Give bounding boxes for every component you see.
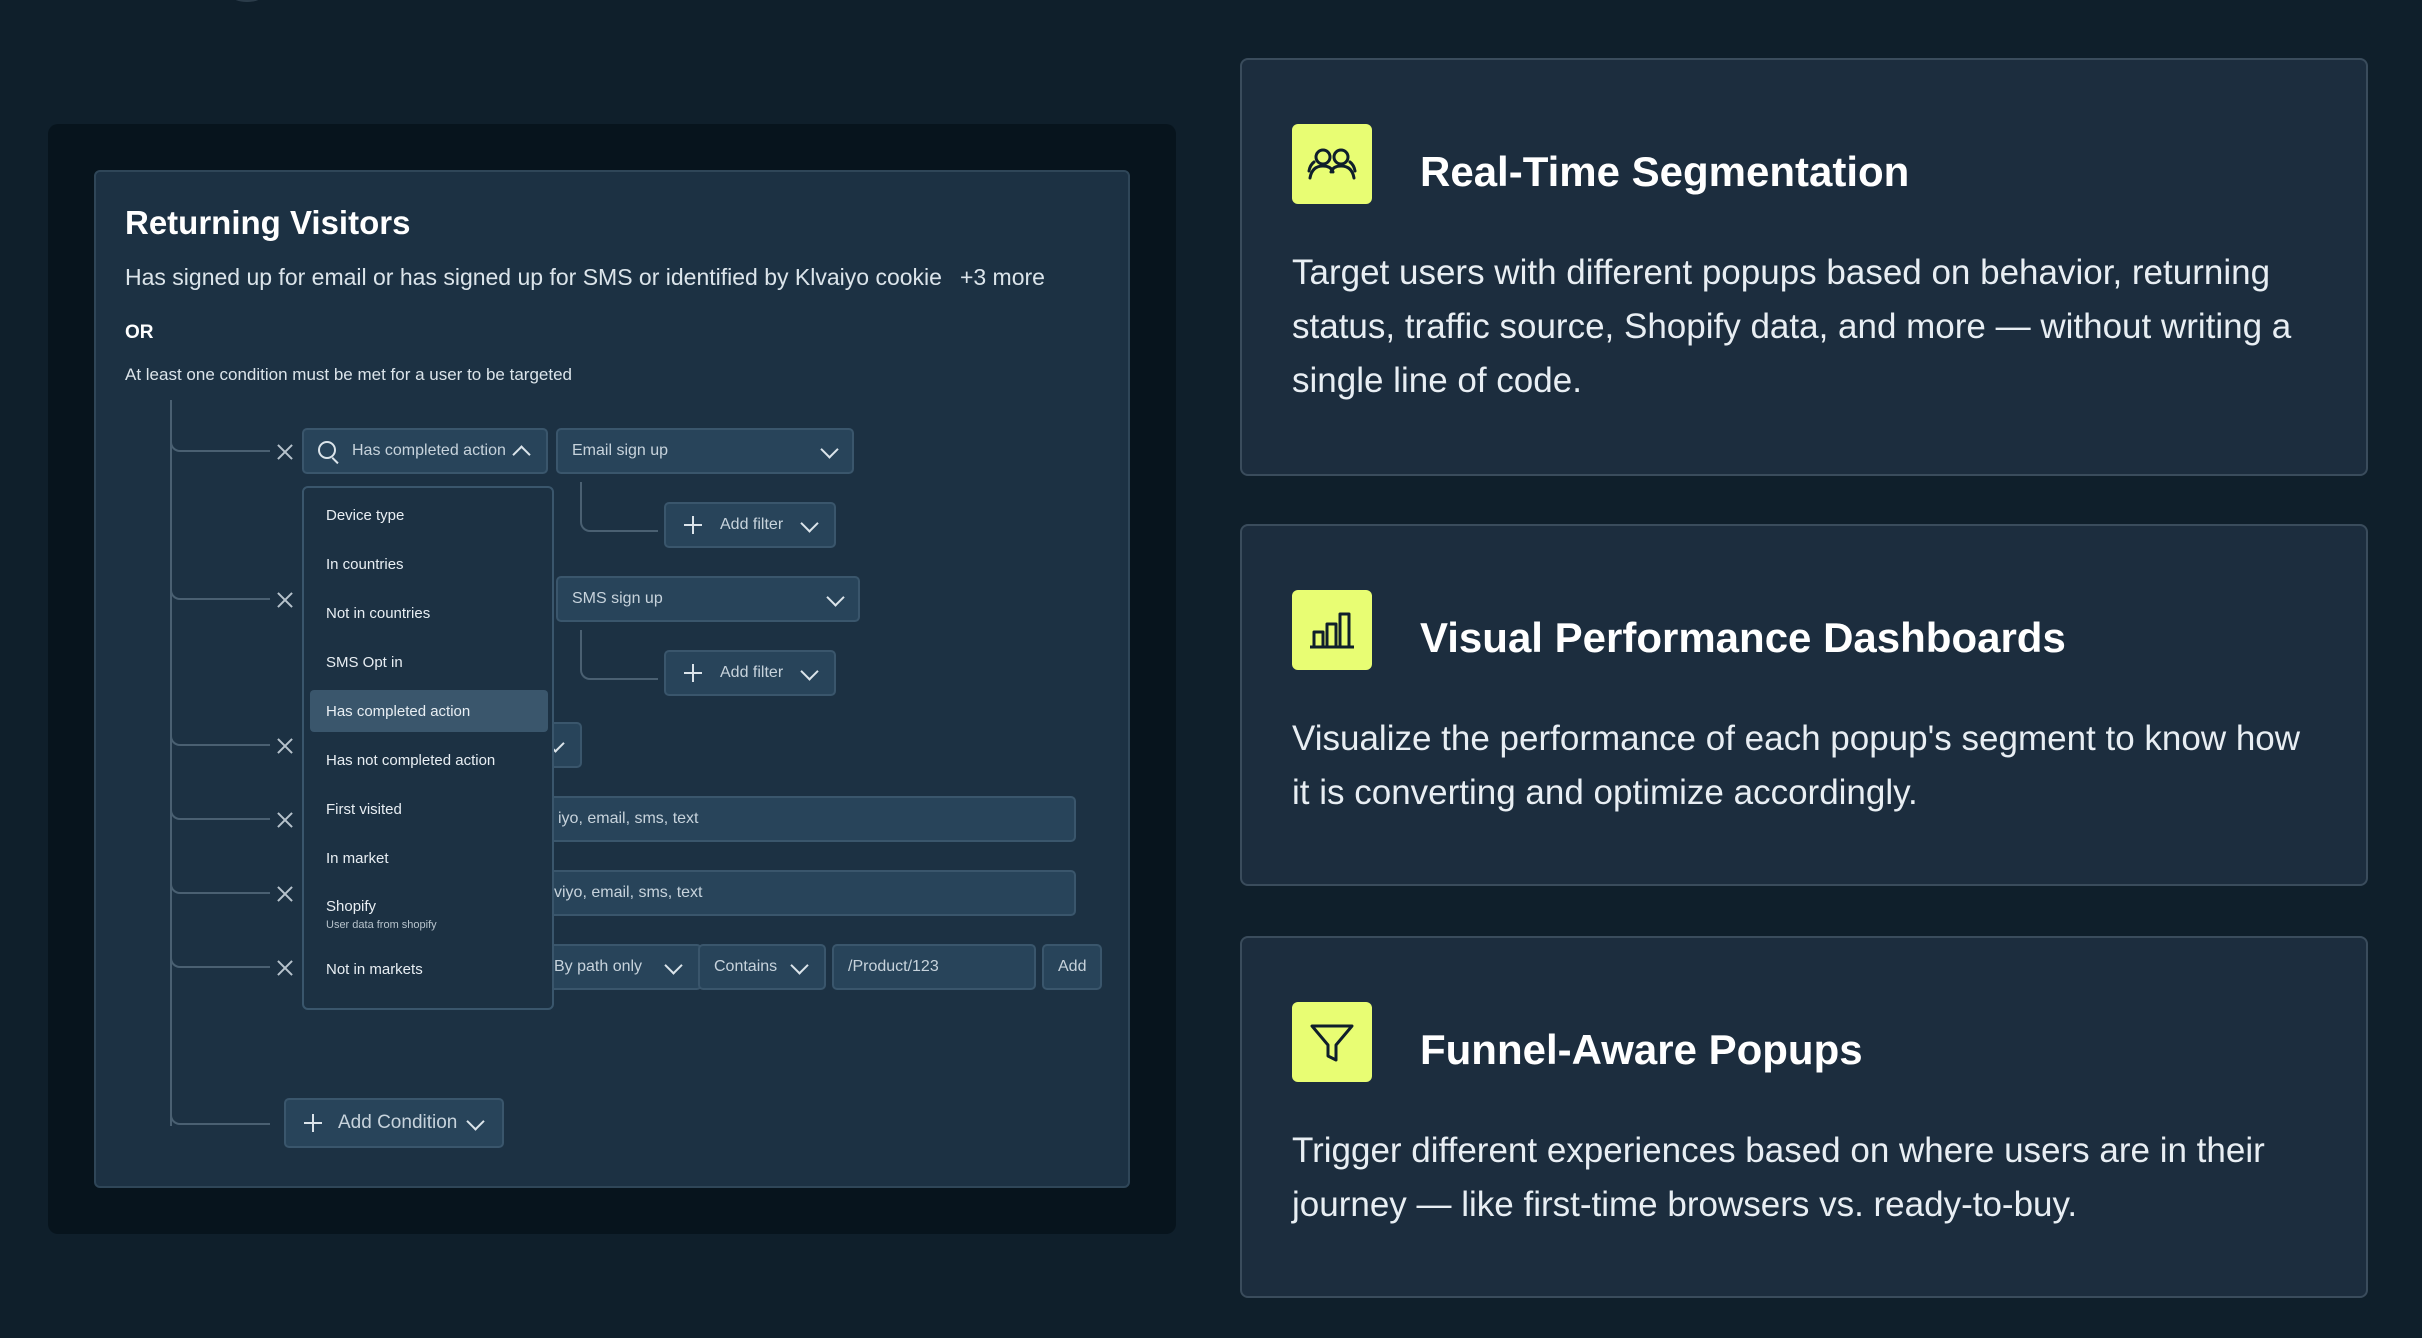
tree-branch	[170, 434, 270, 452]
action-select[interactable]: Email sign up	[556, 428, 854, 474]
card-title: Visual Performance Dashboards	[1420, 614, 2066, 661]
value-input[interactable]: iyo, email, sms, text	[516, 796, 1076, 842]
dropdown-item-not-in-countries[interactable]: Not in countries	[310, 592, 548, 634]
dropdown-item-not-in-markets[interactable]: Not in markets	[310, 948, 548, 990]
dropdown-item-first-visited[interactable]: First visited	[310, 788, 548, 830]
condition-select-value: Has completed action	[352, 442, 506, 459]
filter-branch	[580, 482, 658, 532]
remove-condition-icon[interactable]	[277, 592, 293, 608]
condition-note: At least one condition must be met for a…	[125, 365, 572, 384]
feature-card-funnel: Funnel-Aware Popups Trigger different ex…	[1240, 936, 2368, 1298]
tree-line	[170, 400, 172, 1126]
chevron-down-icon	[800, 662, 819, 681]
add-filter-label: Add filter	[720, 516, 784, 533]
dropdown-item-sms-opt-in[interactable]: SMS Opt in	[310, 641, 548, 683]
dropdown-item-label: Has not completed action	[326, 751, 496, 769]
filter-branch	[580, 630, 658, 680]
chevron-down-icon	[826, 588, 845, 607]
value-input[interactable]: viyo, email, sms, text	[516, 870, 1076, 916]
top-decoration	[232, 0, 262, 2]
remove-condition-icon[interactable]	[277, 444, 293, 460]
card-body: Visualize the performance of each popup'…	[1292, 719, 2301, 812]
search-icon	[318, 441, 336, 459]
more-link[interactable]: +3 more	[960, 264, 1045, 290]
add-filter-button[interactable]: Add filter	[664, 650, 836, 696]
segment-description: Has signed up for email or has signed up…	[125, 264, 1045, 291]
dropdown-item-has-not-completed-action[interactable]: Has not completed action	[310, 739, 548, 781]
chevron-down-icon	[790, 956, 809, 975]
dropdown-item-label: Has completed action	[326, 702, 471, 720]
dropdown-item-label: First visited	[326, 800, 402, 818]
path-mode-value: By path only	[554, 958, 643, 975]
condition-dropdown-menu: Device type In countries Not in countrie…	[302, 486, 554, 1010]
tree-branch	[170, 802, 270, 820]
dropdown-item-label: In market	[326, 849, 389, 867]
remove-condition-icon[interactable]	[277, 886, 293, 902]
add-condition-button[interactable]: Add Condition	[284, 1098, 504, 1148]
dropdown-item-label: SMS Opt in	[326, 653, 403, 671]
condition-select[interactable]: Has completed action	[302, 428, 548, 474]
chevron-down-icon	[664, 956, 683, 975]
card-title: Funnel-Aware Popups	[1420, 1026, 1863, 1073]
dropdown-item-label: Device type	[326, 506, 405, 524]
add-button[interactable]: Add	[1042, 944, 1102, 990]
dropdown-item-label: Not in countries	[326, 604, 431, 622]
tree-branch	[170, 876, 270, 894]
remove-condition-icon[interactable]	[277, 960, 293, 976]
add-condition-label: Add Condition	[338, 1112, 458, 1133]
dropdown-item-label: Shopify	[326, 897, 377, 915]
dropdown-item-has-completed-action[interactable]: Has completed action	[310, 690, 548, 732]
value-input-text: iyo, email, sms, text	[558, 810, 699, 827]
plus-icon	[684, 516, 702, 534]
feature-card-segmentation: Real-Time Segmentation Target users with…	[1240, 58, 2368, 476]
operator-value: Contains	[714, 958, 778, 975]
card-body: Target users with different popups based…	[1292, 253, 2292, 400]
segment-panel: Returning Visitors Has signed up for ema…	[94, 170, 1130, 1188]
segment-description-text: Has signed up for email or has signed up…	[125, 264, 942, 290]
action-select[interactable]: SMS sign up	[556, 576, 860, 622]
bar-chart-icon	[1292, 590, 1372, 670]
add-button-label: Add	[1058, 958, 1087, 975]
card-body: Trigger different experiences based on w…	[1292, 1131, 2265, 1224]
feature-card-dashboards: Visual Performance Dashboards Visualize …	[1240, 524, 2368, 886]
chevron-up-icon	[512, 445, 531, 464]
funnel-icon	[1292, 1002, 1372, 1082]
chevron-down-icon	[800, 514, 819, 533]
plus-icon	[684, 664, 702, 682]
operator-select[interactable]: Contains	[698, 944, 826, 990]
dropdown-item-label: In countries	[326, 555, 404, 573]
add-filter-button[interactable]: Add filter	[664, 502, 836, 548]
dropdown-item-shopify[interactable]: Shopify User data from shopify	[310, 888, 548, 940]
remove-condition-icon[interactable]	[277, 812, 293, 828]
dropdown-item-in-countries[interactable]: In countries	[310, 543, 548, 585]
tree-branch	[170, 582, 270, 600]
action-select-value: SMS sign up	[572, 590, 663, 607]
segment-preview: Returning Visitors Has signed up for ema…	[48, 124, 1176, 1234]
or-label: OR	[125, 322, 154, 343]
segment-title: Returning Visitors	[125, 204, 411, 241]
dropdown-item-in-market[interactable]: In market	[310, 837, 548, 879]
remove-condition-icon[interactable]	[277, 738, 293, 754]
dropdown-item-device-type[interactable]: Device type	[310, 494, 548, 536]
chevron-down-icon	[466, 1112, 485, 1131]
people-icon	[1292, 124, 1372, 204]
add-filter-label: Add filter	[720, 664, 784, 681]
tree-branch	[170, 728, 270, 746]
tree-branch	[170, 1107, 270, 1125]
card-title: Real-Time Segmentation	[1420, 148, 1910, 195]
chevron-down-icon	[820, 440, 839, 459]
plus-icon	[304, 1114, 322, 1132]
dropdown-item-label: Not in markets	[326, 960, 423, 978]
tree-branch	[170, 950, 270, 968]
value-input-text: viyo, email, sms, text	[554, 884, 703, 901]
dropdown-item-sublabel: User data from shopify	[326, 918, 437, 931]
path-input-text: /Product/123	[848, 958, 939, 975]
action-select-value: Email sign up	[572, 442, 669, 459]
path-input[interactable]: /Product/123	[832, 944, 1036, 990]
